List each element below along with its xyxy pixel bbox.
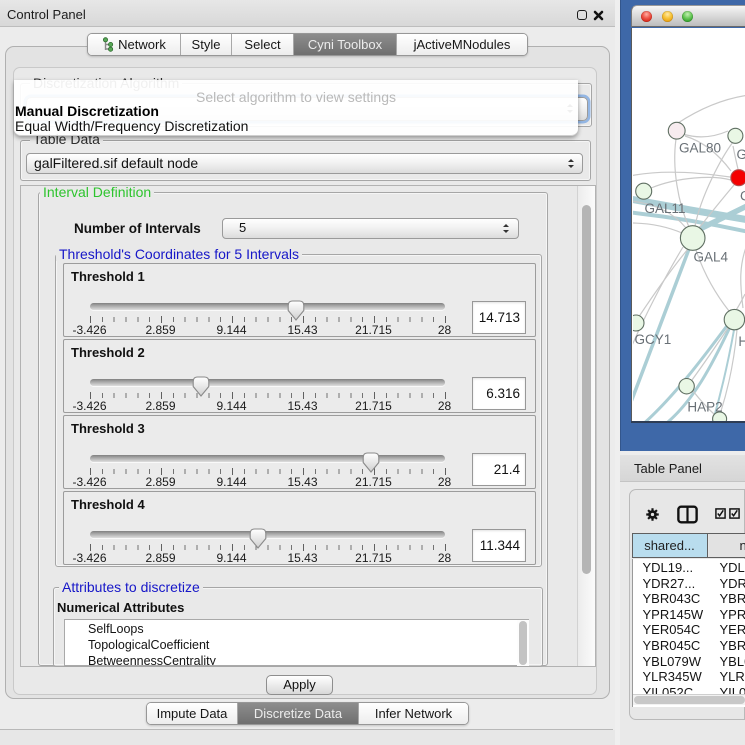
svg-text:HAP2: HAP2 [687,400,722,415]
svg-text:GAL80: GAL80 [679,141,721,156]
svg-text:H: H [738,334,745,349]
svg-text:GCY1: GCY1 [635,332,672,347]
svg-text:GAL11: GAL11 [645,201,686,216]
svg-text:GA: GA [737,147,745,162]
svg-text:C: C [740,189,745,204]
svg-text:GAL4: GAL4 [694,250,729,265]
